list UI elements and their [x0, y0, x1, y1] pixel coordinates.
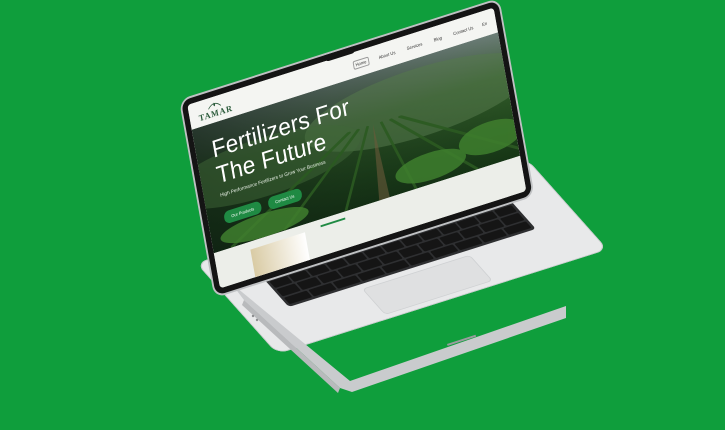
nav-home[interactable]: Home [352, 56, 370, 70]
nav-about-us[interactable]: About Us [376, 48, 397, 61]
nav-contact-us[interactable]: Contact Us [451, 23, 476, 37]
nav-services[interactable]: Services [404, 39, 424, 52]
section-accent-line [320, 217, 346, 228]
language-switcher[interactable]: En [482, 20, 488, 26]
nav-blog[interactable]: Blog [431, 33, 444, 43]
laptop-mockup-scene: TAMAR Home About Us Services Blog Contac… [0, 0, 725, 430]
